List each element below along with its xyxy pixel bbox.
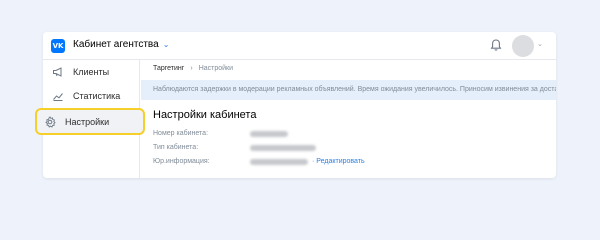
- sidebar-item-clients[interactable]: Клиенты: [43, 60, 140, 84]
- sidebar-item-label: Настройки: [65, 116, 110, 127]
- account-switcher[interactable]: Кабинет агентства ⌄: [73, 39, 169, 50]
- info-label: Юр.информация:: [153, 158, 210, 165]
- breadcrumb: Таргетинг › Настройки: [153, 65, 233, 72]
- edit-link[interactable]: · Редактировать: [312, 158, 365, 165]
- sidebar: Клиенты Статистика Настройки: [35, 60, 145, 178]
- vk-logo[interactable]: VK: [51, 39, 65, 53]
- breadcrumb-settings: Настройки: [198, 65, 234, 72]
- info-row-account-number: Номер кабинета:: [153, 130, 288, 137]
- info-row-legal-info: Юр.информация: · Редактировать: [153, 158, 365, 165]
- chevron-down-icon[interactable]: ⌄: [537, 40, 543, 48]
- sidebar-item-label: Клиенты: [73, 67, 110, 77]
- page-title: Настройки кабинета: [153, 109, 257, 121]
- moderation-notice: Наблюдаются задержки в модерации рекламн…: [141, 80, 556, 100]
- sidebar-item-settings[interactable]: Настройки: [35, 108, 145, 135]
- redacted-value: [250, 145, 316, 151]
- redacted-value: [250, 159, 308, 165]
- sidebar-item-statistics[interactable]: Статистика: [43, 84, 140, 108]
- gear-icon: [44, 115, 56, 128]
- breadcrumb-separator-icon: ›: [190, 65, 193, 72]
- sidebar-item-label: Статистика: [73, 91, 121, 101]
- chart-icon: [52, 90, 64, 102]
- app-window: VK Кабинет агентства ⌄ ⌄ Клиенты Статист…: [35, 32, 556, 178]
- info-label: Тип кабинета:: [153, 144, 199, 151]
- redacted-value: [250, 131, 288, 137]
- main-content: Таргетинг › Настройки Наблюдаются задерж…: [141, 60, 556, 178]
- edit-link-label[interactable]: Редактировать: [316, 158, 364, 165]
- info-label: Номер кабинета:: [153, 130, 209, 137]
- avatar[interactable]: [512, 35, 534, 57]
- megaphone-icon: [52, 66, 64, 78]
- app-title: Кабинет агентства: [73, 39, 159, 50]
- info-row-account-type: Тип кабинета:: [153, 144, 316, 151]
- breadcrumb-targeting[interactable]: Таргетинг: [153, 65, 184, 72]
- notifications-icon[interactable]: [489, 38, 503, 52]
- top-bar: VK Кабинет агентства ⌄ ⌄: [43, 32, 556, 60]
- chevron-down-icon: ⌄: [162, 40, 170, 49]
